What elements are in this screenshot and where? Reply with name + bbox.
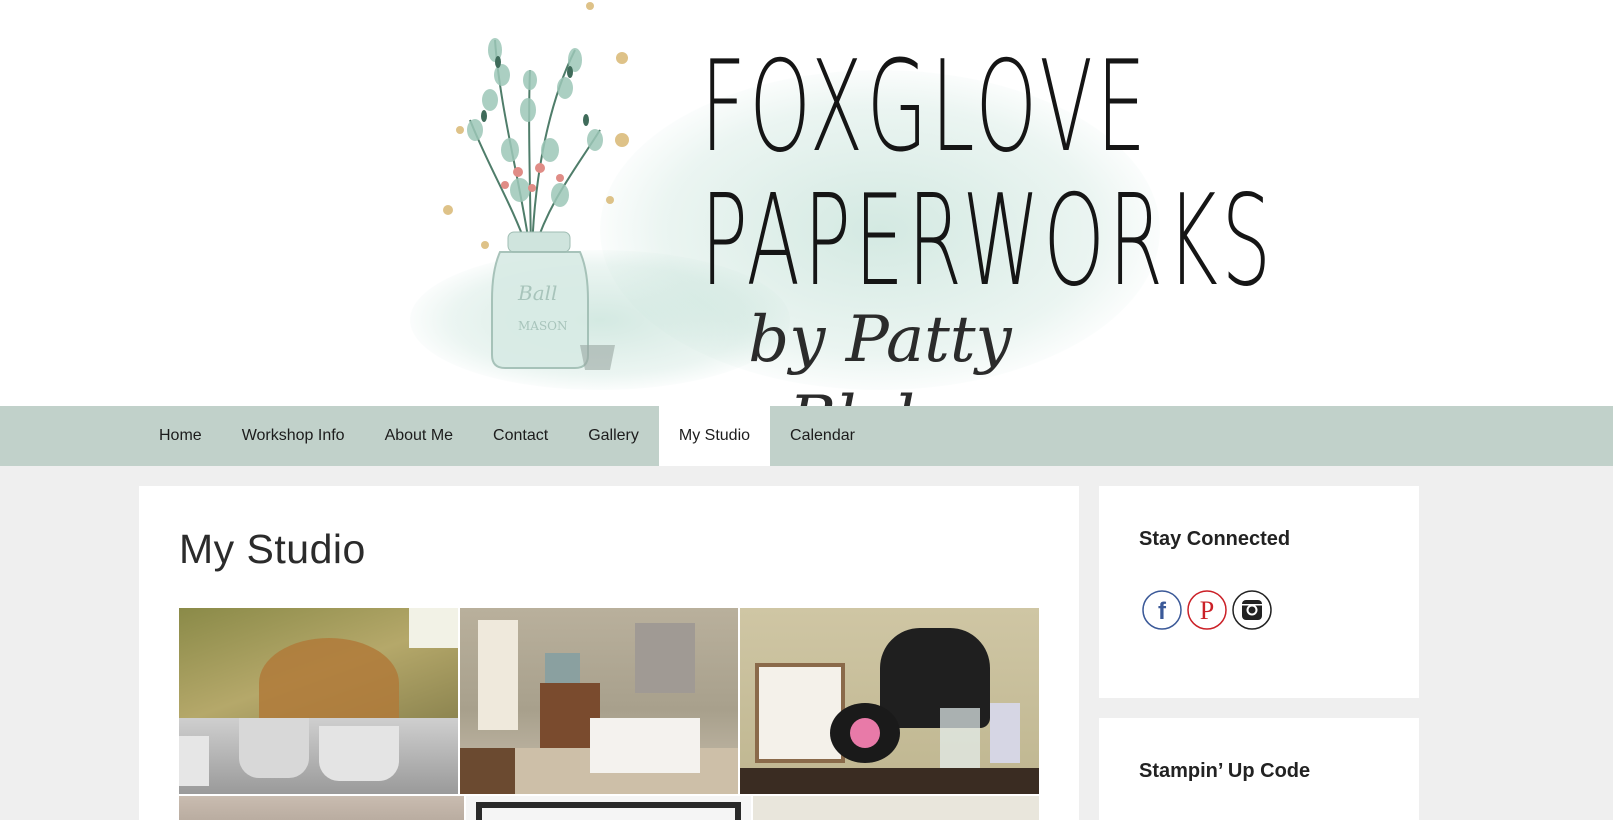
nav-item-workshop-info[interactable]: Workshop Info bbox=[222, 406, 365, 466]
nav-item-about-me[interactable]: About Me bbox=[365, 406, 473, 466]
nav-item-calendar[interactable]: Calendar bbox=[770, 406, 875, 466]
site-logo[interactable]: Ball MASON FOXGLOVE PAPERWORKS by Patty … bbox=[370, 0, 1275, 406]
studio-photo-gallery bbox=[179, 608, 1039, 820]
instagram-icon[interactable] bbox=[1232, 590, 1272, 630]
page-title: My Studio bbox=[179, 526, 366, 572]
gallery-photo[interactable] bbox=[179, 796, 464, 820]
gallery-photo[interactable] bbox=[460, 608, 738, 794]
stay-connected-widget: Stay Connected f P bbox=[1099, 486, 1419, 698]
nav-item-gallery[interactable]: Gallery bbox=[568, 406, 659, 466]
main-navigation: Home Workshop Info About Me Contact Gall… bbox=[0, 406, 1613, 466]
svg-text:f: f bbox=[1158, 598, 1167, 625]
widget-title: Stay Connected bbox=[1139, 528, 1291, 550]
nav-item-my-studio[interactable]: My Studio bbox=[658, 406, 771, 466]
nav-menu: Home Workshop Info About Me Contact Gall… bbox=[139, 406, 875, 466]
gallery-photo[interactable] bbox=[753, 796, 1039, 820]
stampin-up-widget: Stampin’ Up Code bbox=[1099, 718, 1419, 820]
logo-byline: by Patty Blake bbox=[748, 303, 1012, 406]
pinterest-icon[interactable]: P bbox=[1187, 590, 1227, 630]
svg-text:P: P bbox=[1200, 596, 1214, 625]
svg-text:MASON: MASON bbox=[518, 319, 568, 333]
flower-jar-illustration: Ball MASON bbox=[443, 2, 629, 370]
gallery-photo[interactable] bbox=[466, 796, 751, 820]
logo-title-line-2: PAPERWORKS bbox=[700, 167, 1275, 314]
site-header: Ball MASON FOXGLOVE PAPERWORKS by Patty … bbox=[0, 0, 1613, 406]
widget-title: Stampin’ Up Code bbox=[1139, 760, 1311, 782]
facebook-icon[interactable]: f bbox=[1142, 590, 1182, 630]
main-content: My Studio bbox=[139, 486, 1079, 820]
gallery-photo[interactable] bbox=[740, 608, 1039, 794]
logo-title-line-1: FOXGLOVE bbox=[700, 33, 1150, 180]
gallery-photo[interactable] bbox=[179, 608, 458, 794]
svg-text:Ball: Ball bbox=[517, 281, 557, 305]
nav-item-home[interactable]: Home bbox=[139, 406, 222, 466]
nav-item-contact[interactable]: Contact bbox=[473, 406, 568, 466]
